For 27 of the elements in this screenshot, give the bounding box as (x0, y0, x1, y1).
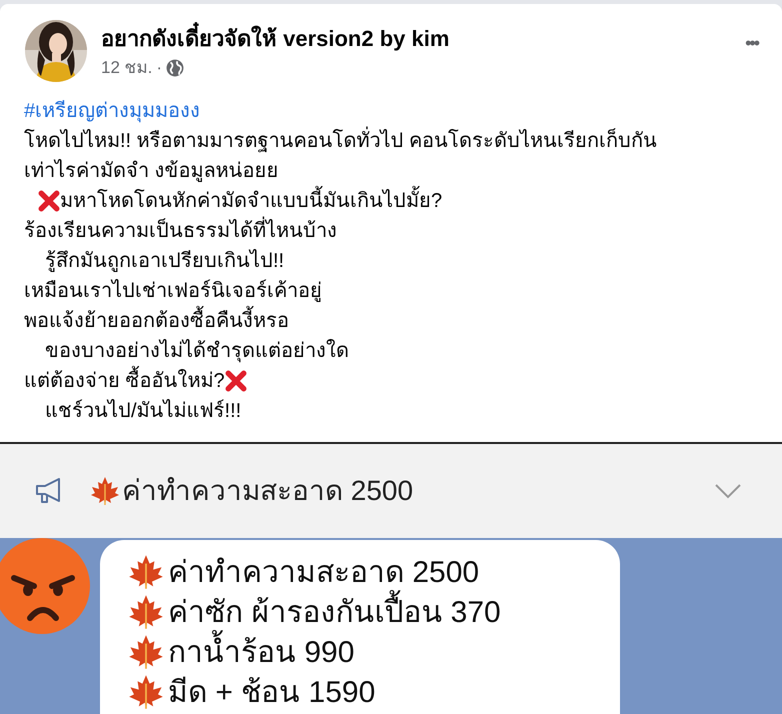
maple-leaf-icon (128, 554, 164, 590)
cross-mark-icon (38, 190, 60, 212)
announcement-text: ค่าทำความสะอาด 2500 (122, 474, 414, 508)
maple-leaf-icon (90, 476, 120, 506)
post-text-line: เท่าไรค่ามัดจำ งข้อมูลหน่อยย (24, 158, 279, 184)
post-text-line: ของบางอย่างไม่ได้ชำรุดแต่อย่างใด (44, 338, 349, 364)
post-text-line: รู้สึกมันถูกเอาเปรียบเกินไป!! (44, 248, 284, 274)
chevron-down-icon[interactable] (714, 483, 742, 499)
post-time[interactable]: 12 ชม. (101, 55, 152, 80)
separator: · (156, 57, 162, 79)
globe-icon (166, 58, 184, 77)
post-text-line: มหาโหดโดนหักค่ามัดจำแบบนี้มันเกินไปมั้ย? (60, 186, 442, 216)
maple-leaf-icon (128, 634, 164, 670)
cross-mark-icon (224, 370, 247, 392)
post-text-line: แชร์วนไป/มันไม่แฟร์!!! (44, 398, 242, 424)
post-text-line: ร้องเรียนความเป็นธรรมได้ที่ไหนบ้าง (24, 216, 337, 246)
message-line: ค่าทำความสะอาด 2500 (168, 554, 480, 590)
message-line: มีด + ช้อน 1590 (168, 674, 376, 710)
post-text-line: โหดไปไหม!! หรือตามมารตฐานคอนโดทั่วไป คอนโดระดับไหนเรียกเก็บกัน (24, 126, 658, 156)
hashtag-link[interactable]: #เหรียญต่างมุมมองง (24, 96, 200, 126)
post-text-line: แต่ต้องจ่าย ซื้ออันใหม่? (24, 366, 225, 396)
post-text-line: พอแจ้งย้ายออกต้องซื้อคืนงี้หรอ (24, 306, 289, 336)
announcement-bar[interactable]: ค่าทำความสะอาด 2500 (0, 444, 782, 538)
maple-leaf-icon (128, 594, 164, 630)
post-text-line: เหมือนเราไปเช่าเฟอร์นิเจอร์เค้าอยู่ (24, 278, 322, 304)
more-options-button[interactable]: ••• (745, 34, 758, 52)
maple-leaf-icon (128, 674, 164, 710)
